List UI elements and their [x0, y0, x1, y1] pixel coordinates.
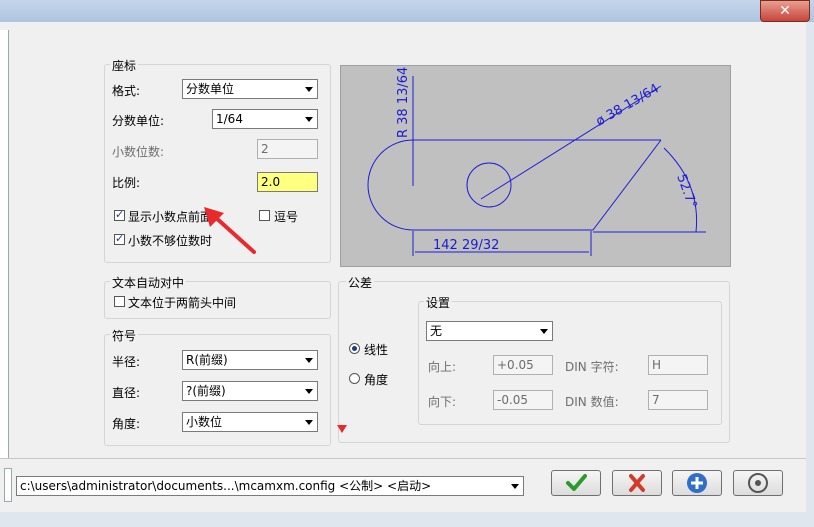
tolerance-linear-radio[interactable]: [349, 343, 360, 354]
fraction-unit-select[interactable]: 1/64: [212, 109, 318, 129]
angle-text: 52.7°: [673, 172, 699, 210]
annotation-arrow-icon: [204, 207, 256, 254]
lower-label: 向下:: [428, 395, 457, 409]
help-button[interactable]: [733, 470, 783, 496]
check-icon: [566, 474, 587, 491]
chevron-down-icon: [305, 117, 313, 122]
chevron-down-icon: [511, 484, 519, 489]
radius-select[interactable]: R(前缀): [182, 350, 318, 370]
decimals-label: 小数位数:: [112, 145, 165, 159]
din-value-field[interactable]: 7: [648, 390, 708, 410]
slant-edge: [592, 139, 662, 231]
scale-label: 比例:: [112, 176, 141, 190]
chevron-down-icon: [305, 87, 313, 92]
tolerance-angular-radio[interactable]: [349, 373, 360, 384]
radius-label: 半径:: [112, 355, 141, 369]
angle-select-value: 小数位: [186, 415, 223, 429]
apply-button[interactable]: [672, 470, 722, 496]
between-arrows-label: 文本位于两箭头中间: [128, 296, 237, 310]
length-text: 142 29/32: [433, 238, 499, 253]
dimension-preview: R 38 13/64 ø 38 13/64 52.7° 142 29/32: [340, 65, 731, 267]
chevron-down-icon: [305, 358, 313, 363]
decimals-field[interactable]: 2: [257, 139, 318, 159]
help-icon: [748, 473, 768, 493]
tolerance-mode-select[interactable]: 无: [426, 321, 553, 341]
comma-checkbox[interactable]: [259, 210, 270, 221]
upper-field[interactable]: +0.05: [493, 355, 553, 375]
format-label: 格式:: [112, 84, 141, 98]
din-char-field[interactable]: H: [648, 355, 708, 375]
format-select[interactable]: 分数单位: [182, 79, 318, 99]
angle-label: 角度:: [112, 417, 141, 431]
format-select-value: 分数单位: [186, 82, 235, 96]
text-center-group-label: 文本自动对中: [110, 274, 187, 291]
tolerance-settings-label: 设置: [424, 294, 453, 311]
hole-circle: [466, 162, 512, 208]
ok-button[interactable]: [551, 470, 601, 496]
close-button[interactable]: ✕: [760, 0, 810, 22]
fraction-unit-select-value: 1/64: [216, 112, 243, 126]
footer-divider: [0, 458, 806, 459]
diameter-select[interactable]: ?(前缀): [182, 381, 318, 401]
scroll-marker-icon: [337, 425, 347, 433]
status-strip: [0, 512, 814, 527]
coords-group-label: 座标: [110, 57, 139, 74]
between-arrows-checkbox[interactable]: [114, 296, 125, 307]
preview-drawing: R 38 13/64 ø 38 13/64 52.7° 142 29/32: [367, 67, 706, 256]
trailing-zero-checkbox[interactable]: [114, 232, 125, 245]
left-arc: [367, 139, 414, 231]
title-bar: [0, 0, 814, 22]
tolerance-angular-label: 角度: [364, 373, 389, 387]
comma-label: 逗号: [274, 210, 299, 224]
cancel-button[interactable]: [612, 470, 662, 496]
plus-icon: [687, 473, 707, 493]
din-value-label: DIN 数值:: [565, 395, 619, 409]
leading-zero-checkbox[interactable]: [114, 208, 125, 221]
diameter-select-value: ?(前缀): [186, 384, 226, 398]
radius-select-value: R(前缀): [186, 353, 228, 367]
chevron-down-icon: [305, 389, 313, 394]
angle-select[interactable]: 小数位: [182, 412, 318, 432]
upper-label: 向上:: [428, 360, 457, 374]
chevron-down-icon: [540, 329, 548, 334]
tolerance-mode-value: 无: [430, 324, 443, 338]
radius-text: R 38 13/64: [396, 67, 411, 138]
tolerance-group-label: 公差: [346, 274, 375, 291]
left-panel-edge: [0, 30, 9, 458]
tolerance-linear-label: 线性: [364, 343, 389, 357]
fraction-unit-label: 分数单位:: [112, 114, 165, 128]
scale-field[interactable]: 2.0: [257, 172, 318, 192]
chevron-down-icon: [305, 420, 313, 425]
window-frame-right: [806, 22, 814, 527]
din-char-label: DIN 字符:: [565, 360, 619, 374]
cross-icon: [629, 474, 645, 492]
diameter-text: ø 38 13/64: [594, 81, 662, 129]
config-select-value: c:\users\administrator\documents...\mcam…: [20, 479, 432, 493]
footer-left-edge: [4, 468, 12, 502]
diameter-label: 直径:: [112, 386, 141, 400]
config-select[interactable]: c:\users\administrator\documents...\mcam…: [16, 476, 524, 496]
lower-field[interactable]: -0.05: [493, 390, 553, 410]
symbols-group-label: 符号: [110, 327, 139, 344]
